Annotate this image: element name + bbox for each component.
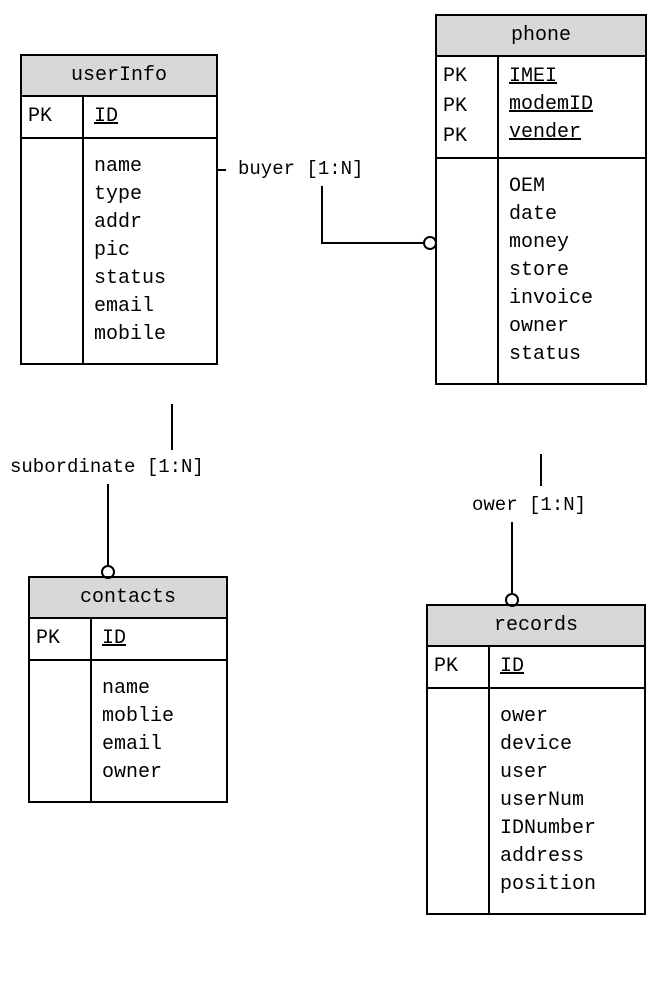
pk-label: PK (443, 93, 491, 121)
attr: ower (500, 703, 634, 731)
entity-records: records PK ID ower device user userNum I… (426, 604, 646, 915)
attr: date (509, 201, 635, 229)
entity-phone: phone PK PK PK IMEI modemID vender OEM d… (435, 14, 647, 385)
attr: money (509, 229, 635, 257)
attr: mobile (94, 321, 206, 349)
attr: owner (102, 759, 216, 787)
entity-title: phone (437, 16, 645, 57)
pk-attr: ID (102, 625, 216, 653)
pk-label: PK (443, 63, 491, 91)
attr: owner (509, 313, 635, 341)
attr: address (500, 843, 634, 871)
pk-attr: ID (94, 103, 206, 131)
attr: email (102, 731, 216, 759)
rel-label-subordinate: subordinate [1:N] (10, 456, 204, 478)
pk-row: PK ID (428, 647, 644, 689)
attr: device (500, 731, 634, 759)
attr: type (94, 181, 206, 209)
entity-contacts: contacts PK ID name moblie email owner (28, 576, 228, 803)
attrs-row: OEM date money store invoice owner statu… (437, 159, 645, 383)
attrs-row: ower device user userNum IDNumber addres… (428, 689, 644, 913)
pk-row: PK PK PK IMEI modemID vender (437, 57, 645, 159)
attr: user (500, 759, 634, 787)
attr: userNum (500, 787, 634, 815)
attr: position (500, 871, 634, 899)
pk-row: PK ID (22, 97, 216, 139)
entity-title: records (428, 606, 644, 647)
attr: pic (94, 237, 206, 265)
attr: moblie (102, 703, 216, 731)
attr: addr (94, 209, 206, 237)
pk-attr: ID (500, 653, 634, 681)
entity-title: contacts (30, 578, 226, 619)
rel-label-ower: ower [1:N] (472, 494, 586, 516)
entity-userinfo: userInfo PK ID name type addr pic status… (20, 54, 218, 365)
attr: name (102, 675, 216, 703)
attr: store (509, 257, 635, 285)
entity-title: userInfo (22, 56, 216, 97)
rel-label-buyer: buyer [1:N] (238, 158, 363, 180)
pk-attr: vender (509, 119, 635, 147)
pk-attr: IMEI (509, 63, 635, 91)
attrs-row: name type addr pic status email mobile (22, 139, 216, 363)
pk-label: PK (36, 625, 84, 653)
pk-label: PK (434, 653, 482, 681)
pk-attr: modemID (509, 91, 635, 119)
attr: status (509, 341, 635, 369)
attrs-row: name moblie email owner (30, 661, 226, 801)
attr: OEM (509, 173, 635, 201)
pk-label: PK (28, 103, 76, 131)
pk-label: PK (443, 123, 491, 151)
attr: invoice (509, 285, 635, 313)
attr: email (94, 293, 206, 321)
attr: name (94, 153, 206, 181)
pk-row: PK ID (30, 619, 226, 661)
attr: IDNumber (500, 815, 634, 843)
attr: status (94, 265, 206, 293)
